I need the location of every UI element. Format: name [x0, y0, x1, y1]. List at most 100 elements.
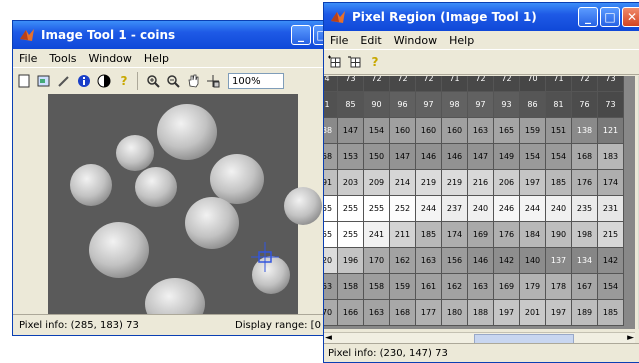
pixel-region-icon[interactable]: [204, 72, 222, 90]
pixel-cell: 150: [364, 144, 390, 170]
scroll-right-arrow[interactable]: ►: [627, 333, 634, 343]
pixel-cell: 255: [338, 196, 364, 222]
scroll-left-arrow[interactable]: ◄: [325, 333, 332, 343]
pixel-cell: 134: [572, 248, 598, 274]
coin-nickel: [89, 222, 149, 278]
menu-file[interactable]: File: [13, 52, 43, 65]
pixel-cell: 97: [468, 92, 494, 118]
pixel-cell: 169: [494, 274, 520, 300]
pixel-cell: 73: [338, 76, 364, 92]
pixel-cell: 176: [494, 222, 520, 248]
pixel-cell: 71: [546, 76, 572, 92]
pixel-cell: 147: [390, 144, 416, 170]
pixel-cell: 163: [468, 118, 494, 144]
pixel-cell: 197: [546, 300, 572, 326]
pixel-cell: 176: [572, 170, 598, 196]
pixel-cell: 73: [598, 92, 624, 118]
pixel-cell: 81: [324, 92, 338, 118]
pixel-cell: 85: [338, 92, 364, 118]
pixel-cell: 196: [338, 248, 364, 274]
pan-icon[interactable]: [184, 72, 202, 90]
coin-dime: [116, 135, 154, 171]
maximize-button[interactable]: □: [600, 7, 620, 27]
pixel-cell: 190: [546, 222, 572, 248]
pixel-cell: 168: [390, 300, 416, 326]
pixel-cell: 147: [468, 144, 494, 170]
pixel-cell: 169: [468, 222, 494, 248]
pixel-cell: 170: [324, 300, 338, 326]
menu-help[interactable]: Help: [138, 52, 175, 65]
pixel-cell: 161: [416, 274, 442, 300]
pixel-region-toolbar: ?: [324, 49, 639, 75]
pixel-cell: 140: [520, 248, 546, 274]
pixel-cell: 170: [364, 248, 390, 274]
pixel-cell: 188: [468, 300, 494, 326]
pixel-cell: 98: [442, 92, 468, 118]
pixel-cell: 154: [598, 274, 624, 300]
pixel-cell: 177: [416, 300, 442, 326]
help-icon[interactable]: ?: [366, 53, 384, 71]
pixel-info-text: Pixel info: (230, 147) 73: [328, 347, 448, 359]
coin-nickel: [210, 154, 264, 204]
pixel-cell: 191: [324, 170, 338, 196]
pixel-cell: 160: [442, 118, 468, 144]
pixel-cell: 142: [598, 248, 624, 274]
pixel-cell: 241: [364, 222, 390, 248]
menu-file[interactable]: File: [324, 34, 354, 47]
pixel-info-text: Pixel info: (285, 183) 73: [19, 319, 139, 331]
pixel-cell: 219: [416, 170, 442, 196]
pixel-region-window: Pixel Region (Image Tool 1) _ □ ✕ File E…: [323, 2, 639, 363]
pixel-cell: 240: [468, 196, 494, 222]
pixel-cell: 209: [364, 170, 390, 196]
menu-tools[interactable]: Tools: [43, 52, 82, 65]
pixel-cell: 185: [598, 300, 624, 326]
zoom-in-icon[interactable]: [144, 72, 162, 90]
minimize-button[interactable]: _: [291, 25, 311, 45]
minimize-button[interactable]: _: [578, 7, 598, 27]
zoom-input[interactable]: 100%: [228, 73, 284, 89]
pixel-region-titlebar[interactable]: Pixel Region (Image Tool 1) _ □ ✕: [324, 3, 639, 31]
export-icon[interactable]: [35, 72, 53, 90]
pixel-cell: 97: [416, 92, 442, 118]
pixel-cell: 237: [442, 196, 468, 222]
help-icon[interactable]: ?: [115, 72, 133, 90]
pixel-cell: 174: [442, 222, 468, 248]
pixel-cell: 206: [494, 170, 520, 196]
pixel-cell: 189: [572, 300, 598, 326]
coins-image[interactable]: [13, 94, 331, 315]
pixel-cell: 159: [520, 118, 546, 144]
contrast-icon[interactable]: [95, 72, 113, 90]
pixel-cell: 96: [390, 92, 416, 118]
menu-help[interactable]: Help: [443, 34, 480, 47]
pixel-cell: 203: [338, 170, 364, 196]
pixel-cell: 162: [390, 248, 416, 274]
zoom-out-icon[interactable]: [164, 72, 182, 90]
pixel-cell: 183: [598, 144, 624, 170]
pixel-cell: 138: [572, 118, 598, 144]
pixel-cell: 146: [442, 144, 468, 170]
pixel-cell: 252: [390, 196, 416, 222]
image-tool-statusbar: Pixel info: (285, 183) 73 Display range:…: [13, 314, 343, 335]
pixel-cell: 220: [324, 248, 338, 274]
info-icon[interactable]: [75, 72, 93, 90]
pixel-cell: 81: [546, 92, 572, 118]
pixel-cell: 246: [494, 196, 520, 222]
image-tool-window: Image Tool 1 - coins _ □ File Tools Wind…: [12, 20, 343, 336]
image-tool-titlebar[interactable]: Image Tool 1 - coins _ □: [13, 21, 331, 49]
pixel-cell: 162: [442, 274, 468, 300]
pixel-cell: 163: [468, 274, 494, 300]
image-display-area[interactable]: [13, 94, 331, 315]
pixel-cell: 72: [468, 76, 494, 92]
pixel-value-grid[interactable]: 7473727272717272707172738185909697989793…: [324, 76, 635, 329]
pixel-cell: 153: [338, 144, 364, 170]
menu-window[interactable]: Window: [388, 34, 443, 47]
contract-icon[interactable]: [346, 53, 364, 71]
pixel-cell: 71: [442, 76, 468, 92]
menu-window[interactable]: Window: [83, 52, 138, 65]
close-button[interactable]: ✕: [622, 7, 639, 27]
eyedropper-icon[interactable]: [55, 72, 73, 90]
menu-edit[interactable]: Edit: [354, 34, 387, 47]
expand-icon[interactable]: [326, 53, 344, 71]
matlab-logo-icon: [19, 27, 35, 43]
new-figure-icon[interactable]: [15, 72, 33, 90]
